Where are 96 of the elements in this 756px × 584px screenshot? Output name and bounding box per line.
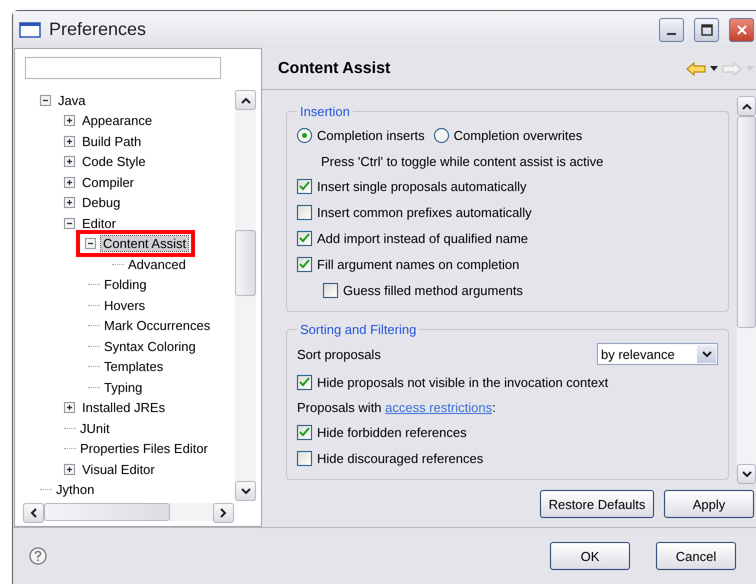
tree-item[interactable]: Installed JREs [80, 400, 168, 416]
expand-icon[interactable] [64, 402, 75, 414]
scroll-left-icon [30, 508, 37, 518]
checkbox[interactable] [297, 204, 312, 220]
apply-button[interactable]: Apply [664, 490, 754, 518]
filter-field[interactable] [25, 57, 221, 79]
scroll-thumb[interactable] [235, 230, 256, 296]
checkbox-label: Hide proposals not visible in the invocation context [317, 374, 608, 390]
scroll-thumb[interactable] [737, 116, 756, 328]
tree-item[interactable]: JUnit [78, 420, 112, 436]
tree-item[interactable]: Jython [54, 482, 96, 498]
tree-item[interactable]: Mark Occurrences [102, 318, 212, 334]
maximize-icon [700, 24, 712, 36]
tree-item[interactable]: Visual Editor [80, 462, 157, 477]
expand-icon[interactable] [64, 464, 75, 475]
scroll-down-button[interactable] [235, 481, 256, 501]
close-icon [736, 24, 746, 34]
checkbox[interactable] [297, 374, 312, 390]
expand-icon[interactable] [64, 176, 75, 188]
checkbox-label: Hide forbidden references [317, 424, 467, 440]
tree-item[interactable]: Advanced [126, 256, 188, 272]
radio-label: Completion overwrites [454, 128, 582, 142]
scroll-thumb[interactable] [44, 503, 170, 521]
checkmark-icon [299, 259, 310, 269]
tree-item[interactable]: Content Assist [101, 236, 188, 252]
scroll-down-button[interactable] [737, 464, 756, 484]
checkbox-label: Add import instead of qualified name [317, 230, 528, 246]
expand-icon[interactable] [64, 156, 75, 168]
checkmark-icon [299, 427, 310, 437]
checkbox[interactable] [297, 230, 312, 246]
tree-item[interactable]: Code Style [80, 154, 148, 170]
scroll-up-button[interactable] [737, 96, 756, 116]
checkmark-icon [299, 233, 310, 243]
access-restrictions-link[interactable]: access restrictions [385, 400, 492, 414]
tree-item[interactable]: Editor [80, 216, 118, 231]
scroll-up-button[interactable] [235, 90, 256, 110]
collapse-icon[interactable] [64, 218, 75, 229]
checkbox-label: Insert single proposals automatically [317, 178, 527, 194]
window-title: Preferences [49, 19, 148, 40]
checkbox[interactable] [297, 450, 312, 466]
checkmark-icon [299, 181, 310, 191]
cancel-button[interactable]: Cancel [656, 542, 736, 570]
tree-item[interactable]: Java [56, 92, 88, 108]
scroll-up-icon [742, 102, 752, 110]
tree-item[interactable]: Typing [102, 380, 144, 395]
tree-item[interactable]: Templates [102, 359, 166, 374]
radio-button[interactable] [297, 128, 312, 142]
help-icon[interactable] [29, 547, 47, 565]
expand-icon[interactable] [64, 136, 75, 147]
checkbox-label: Insert common prefixes automatically [317, 204, 532, 220]
collapse-icon[interactable] [85, 238, 96, 250]
restore-defaults-button[interactable]: Restore Defaults [540, 490, 654, 518]
tree-item[interactable]: Debug [80, 195, 122, 210]
minimize-icon [667, 32, 676, 34]
close-button[interactable] [729, 18, 754, 42]
hint-text: Press 'Ctrl' to toggle while content assist is active [320, 154, 604, 168]
page-title: Content Assist [278, 60, 392, 78]
horizontal-scrollbar[interactable] [23, 503, 234, 521]
checkbox-label: Fill argument names on completion [317, 256, 520, 272]
radio-button[interactable] [434, 128, 449, 142]
expand-icon[interactable] [64, 115, 75, 126]
scroll-up-icon [240, 96, 250, 104]
tree-item[interactable]: Folding [102, 277, 149, 292]
checkbox[interactable] [297, 256, 312, 272]
tree-item[interactable]: Build Path [80, 134, 144, 149]
window-icon [19, 22, 41, 38]
content-scrollbar[interactable] [737, 96, 756, 484]
scroll-left-button[interactable] [23, 503, 44, 523]
sort-dropdown[interactable]: by relevance [597, 343, 718, 365]
checkbox-label: Guess filled method arguments [343, 282, 523, 298]
tree-item[interactable]: Properties Files Editor [78, 441, 210, 456]
tree-item[interactable]: Hovers [102, 298, 148, 313]
back-menu-button[interactable] [708, 66, 720, 71]
group-title: Sorting and Filtering [299, 322, 418, 337]
expand-icon[interactable] [64, 197, 75, 208]
minimize-button[interactable] [659, 18, 684, 42]
scroll-down-icon [240, 488, 250, 494]
checkbox[interactable] [297, 178, 312, 194]
tree-item[interactable]: Compiler [80, 174, 136, 190]
checkbox[interactable] [297, 424, 312, 440]
scroll-right-button[interactable] [213, 503, 234, 523]
ok-button[interactable]: OK [550, 542, 630, 570]
collapse-icon[interactable] [40, 94, 51, 106]
checkmark-icon [299, 377, 310, 387]
group-title: Insertion [299, 104, 351, 119]
checkbox-label: Hide discouraged references [317, 450, 484, 466]
tree-item[interactable]: Syntax Coloring [102, 338, 198, 354]
checkbox[interactable] [323, 282, 338, 298]
tree-item[interactable]: Appearance [80, 113, 154, 128]
scroll-down-icon [742, 470, 752, 478]
maximize-button[interactable] [694, 18, 719, 42]
restrictions-sentence: Proposals with access restrictions: [297, 400, 496, 414]
radio-label: Completion inserts [317, 128, 425, 142]
tree-scrollbar[interactable] [235, 90, 256, 501]
field-label: Sort proposals [297, 346, 381, 362]
scroll-right-icon [220, 508, 227, 518]
